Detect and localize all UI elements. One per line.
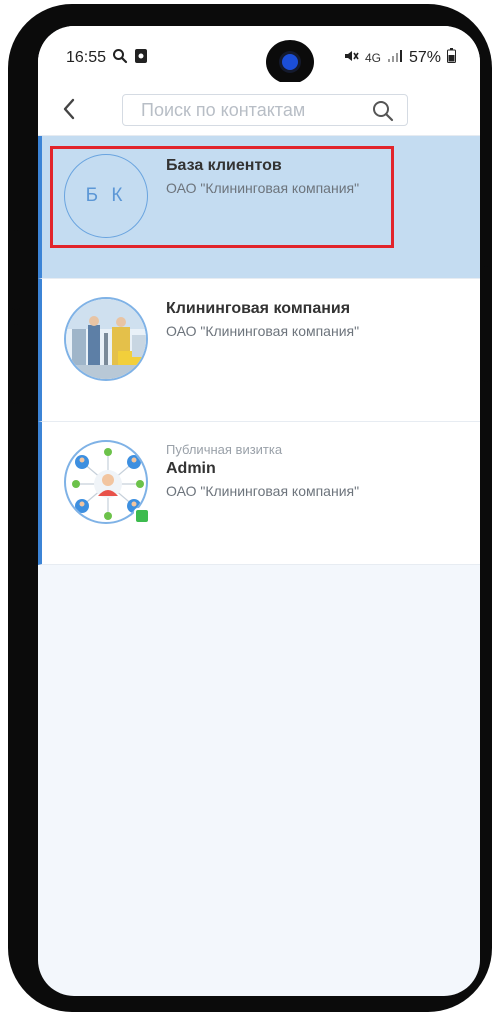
contact-item[interactable]: Клининговая компания ОАО "Клининговая ко… [38, 279, 480, 422]
search-notification-icon [112, 48, 128, 69]
contact-org: ОАО "Клининговая компания" [166, 180, 360, 196]
status-bar: 16:55 4G 57% [38, 26, 480, 82]
screen: 16:55 4G 57% Поиск по контактам Б К База… [38, 26, 480, 996]
contact-item[interactable]: Публичная визитка Admin ОАО "Клининговая… [38, 422, 480, 565]
contact-name: Admin [166, 460, 216, 477]
signal-icon [387, 49, 403, 68]
network-type: 4G [364, 51, 381, 65]
online-badge [134, 508, 150, 524]
cleaning-photo-icon [66, 299, 146, 379]
contact-info: Клининговая компания ОАО "Клининговая ко… [166, 299, 386, 340]
contact-label: Публичная визитка [166, 442, 283, 457]
contact-item[interactable]: Б К База клиентов ОАО "Клининговая компа… [38, 136, 480, 279]
chevron-left-icon [63, 98, 75, 120]
status-time: 16:55 [66, 49, 107, 66]
contact-org: ОАО "Клининговая компания" [166, 323, 360, 339]
notification-icon [134, 48, 148, 69]
mute-icon [343, 48, 359, 69]
search-box[interactable] [122, 94, 408, 126]
battery-icon [447, 48, 456, 68]
contact-org: ОАО "Клининговая компания" [166, 483, 360, 499]
power-button [482, 266, 490, 382]
contact-info: База клиентов ОАО "Клининговая компания" [166, 156, 386, 197]
contact-list: Б К База клиентов ОАО "Клининговая компа… [38, 136, 480, 565]
avatar: Б К [64, 154, 148, 238]
phone-frame: 16:55 4G 57% Поиск по контактам Б К База… [8, 4, 492, 1012]
volume-up-button [12, 230, 20, 310]
contact-info: Публичная визитка Admin ОАО "Клининговая… [166, 442, 386, 500]
battery-percent: 57% [408, 49, 441, 66]
volume-down-button [12, 324, 20, 404]
top-bar [38, 82, 480, 136]
avatar [64, 297, 148, 381]
contact-name: База клиентов [166, 157, 282, 174]
back-button[interactable] [56, 96, 82, 122]
camera-icon [282, 54, 298, 70]
search-icon[interactable] [371, 99, 395, 123]
contact-name: Клининговая компания [166, 300, 351, 317]
camera-notch [266, 40, 314, 84]
search-input[interactable] [123, 95, 363, 125]
